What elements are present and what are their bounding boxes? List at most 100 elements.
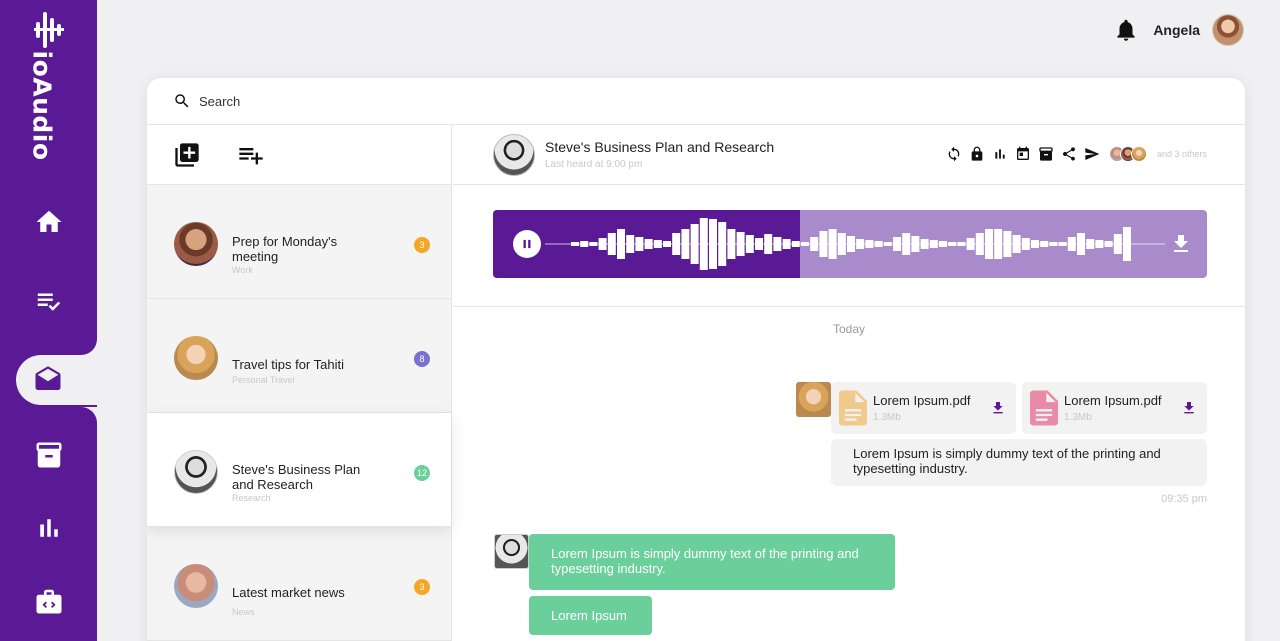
nav-developer[interactable]: [0, 576, 97, 626]
file-icon: [1030, 390, 1058, 431]
notifications-button[interactable]: [1113, 17, 1139, 43]
download-icon: [1174, 235, 1188, 252]
lock-icon[interactable]: [969, 146, 985, 162]
sender-avatar: [796, 382, 831, 417]
waveform-bar: [902, 233, 911, 255]
nav-archive[interactable]: [0, 430, 97, 480]
waveform-bar: [663, 241, 671, 247]
chat-pane: Steve's Business Plan and Research Last …: [453, 125, 1245, 641]
waveform-bar: [598, 238, 607, 250]
playlist-check-icon: [37, 293, 60, 311]
brand-logo[interactable]: ioAudio: [26, 10, 72, 161]
pause-button[interactable]: [513, 230, 541, 258]
download-audio-button[interactable]: [1169, 232, 1193, 261]
archive-icon[interactable]: [1038, 146, 1054, 162]
nav-stats[interactable]: [0, 503, 97, 553]
sync-icon[interactable]: [946, 146, 962, 162]
waveform-bar: [985, 229, 993, 259]
file-attachment[interactable]: Lorem Ipsum.pdf 1.3Mb: [831, 382, 1016, 434]
waveform-bar: [727, 229, 736, 259]
waveform-bar: [681, 229, 690, 259]
unread-badge: 3: [414, 579, 430, 595]
conversation-item[interactable]: Travel tips for Tahiti Personal Travel 8: [147, 299, 451, 413]
rail-curve: [81, 407, 97, 423]
chat-header: Steve's Business Plan and Research Last …: [453, 125, 1245, 185]
user-bar: Angela: [1113, 14, 1244, 46]
waveform-bar: [607, 233, 616, 255]
file-size: 1.3Mb: [873, 412, 901, 423]
unread-badge: 12: [414, 465, 430, 481]
file-download-button[interactable]: [1181, 400, 1197, 421]
waveform-bar: [966, 238, 975, 250]
received-message: Lorem Ipsum: [529, 596, 652, 635]
last-heard: Last heard at 9:00 pm: [545, 159, 643, 170]
waveform-bar: [626, 235, 635, 253]
waveform-bar: [1067, 237, 1076, 251]
audio-player-section: [453, 185, 1245, 307]
user-avatar[interactable]: [1212, 14, 1244, 46]
conversation-subtitle: Personal Travel: [232, 375, 295, 385]
waveform-bar: [745, 235, 754, 253]
waveform-bar: [837, 233, 846, 255]
download-icon: [993, 402, 1003, 414]
file-attachment[interactable]: Lorem Ipsum.pdf 1.3Mb: [1022, 382, 1207, 434]
conversation-list: Prep for Monday's meeting Work 3 Travel …: [147, 125, 452, 641]
chat-avatar[interactable]: [493, 134, 535, 176]
briefcase-code-icon: [36, 589, 61, 614]
calendar-icon[interactable]: [1015, 146, 1031, 162]
sound-wave-icon: [34, 12, 64, 48]
waveform-bar: [644, 239, 653, 249]
waveform-bar: [1012, 235, 1021, 253]
waveform-bar: [709, 219, 717, 269]
conversation-item[interactable]: Latest market news News 3: [147, 527, 451, 641]
search-bar: [147, 78, 1245, 125]
conversation-item[interactable]: Prep for Monday's meeting Work 3: [147, 185, 451, 299]
participants-avatars[interactable]: [1108, 146, 1147, 162]
nav-home[interactable]: [0, 197, 97, 247]
file-name: Lorem Ipsum.pdf: [873, 393, 971, 408]
waveform-bar: [1113, 234, 1122, 254]
waveform-bar: [773, 237, 782, 251]
waveform-bar: [865, 240, 874, 248]
waveform-bar: [920, 239, 929, 249]
contact-avatar: [174, 222, 218, 266]
waveform-bar: [1021, 238, 1030, 250]
unread-badge: 8: [414, 351, 430, 367]
file-download-button[interactable]: [990, 400, 1006, 421]
conversation-title: Latest market news: [232, 585, 345, 600]
pause-icon: [523, 239, 531, 249]
chat-actions: and 3 others: [946, 146, 1207, 162]
waveform-bar: [672, 233, 681, 255]
nav-playlist[interactable]: [0, 276, 97, 326]
send-icon[interactable]: [1084, 146, 1100, 162]
waveform-bar: [1095, 240, 1104, 248]
search-icon: [175, 94, 189, 108]
search-input[interactable]: [199, 93, 599, 109]
file-icon: [839, 390, 867, 431]
mail-open-icon: [35, 366, 61, 390]
library-add-icon[interactable]: [173, 141, 201, 169]
unread-badge: 3: [414, 237, 430, 253]
waveform-bar: [939, 241, 947, 247]
waveform-bar: [791, 241, 800, 247]
archive-icon: [36, 442, 61, 468]
playlist-add-icon[interactable]: [237, 141, 265, 169]
main-card: Prep for Monday's meeting Work 3 Travel …: [147, 78, 1245, 641]
bell-icon: [1117, 19, 1135, 41]
waveform-bar: [1003, 231, 1012, 257]
waveform-bar: [994, 229, 1003, 259]
waveform-bar: [571, 242, 579, 246]
equalizer-icon[interactable]: [992, 146, 1008, 162]
user-name[interactable]: Angela: [1153, 22, 1200, 38]
waveform-bar: [580, 241, 589, 247]
nav-inbox[interactable]: [16, 355, 97, 405]
date-divider: Today: [832, 322, 866, 336]
conversation-item[interactable]: Steve's Business Plan and Research Resea…: [147, 413, 451, 527]
audio-waveform-player[interactable]: [493, 210, 1207, 278]
waveform-bar: [874, 241, 883, 247]
waveform-bar: [819, 231, 828, 257]
share-icon[interactable]: [1061, 146, 1077, 162]
waveform-bar: [699, 218, 708, 270]
waveform-bar: [635, 237, 644, 251]
waveform-bar: [883, 242, 892, 246]
